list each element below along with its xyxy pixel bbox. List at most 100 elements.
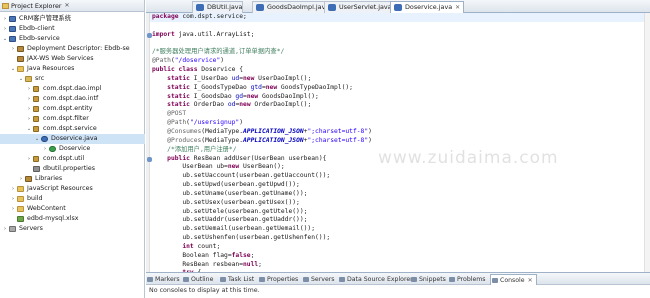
code-line: ResBean resbean=null; [150, 261, 650, 270]
tree-item[interactable]: › com.dspt.util [0, 154, 145, 164]
expand-arrow-icon[interactable]: › [2, 14, 8, 24]
tree-item[interactable]: › JavaScript Resources [0, 184, 145, 194]
code-token: I_GoodsTypeDao [189, 83, 251, 91]
panel-tab[interactable]: Snippets [410, 274, 446, 285]
panel-tab[interactable]: Outline [182, 274, 213, 285]
collapse-arrow-icon[interactable]: ⌄ [10, 64, 16, 74]
code-line: /*添加用户,用户注册*/ [150, 146, 650, 155]
code-editor[interactable]: package com.dspt.service; import java.uti… [147, 13, 650, 276]
code-line: ub.setUpwd(userbean.getUpwd()); [150, 181, 650, 190]
project-icon [9, 16, 16, 22]
tree-item[interactable]: › Servers [0, 224, 145, 234]
editor-tab[interactable]: UserServlet.java [324, 1, 393, 13]
code-line-text: static OrderDao od=new OrderDaoImpl(); [152, 101, 311, 110]
code-line-text: /*添加用户,用户注册*/ [152, 146, 236, 155]
code-token: new [239, 101, 251, 109]
expand-arrow-icon[interactable]: › [26, 84, 32, 94]
tree-item-label: dbutil.properties [43, 165, 96, 172]
collapse-arrow-icon[interactable]: ⌄ [2, 34, 8, 44]
code-line: public ResBean addUser(UserBean userbean… [147, 155, 650, 164]
tree-item[interactable]: JAX-WS Web Services [0, 54, 145, 64]
tree-item[interactable]: › com.dspt.entity [0, 104, 145, 114]
editor-tab[interactable]: DBUtil.java [192, 1, 244, 13]
expand-arrow-icon[interactable]: › [42, 144, 48, 154]
editor-tab[interactable]: GoodsDaoImpl.java [252, 1, 331, 13]
tree-item[interactable]: ⌄ src [0, 74, 145, 84]
code-line-text: static I_UserDao ud=new UserDaoImpl(); [152, 75, 311, 84]
tree-item-label: com.dspt.dao.intf [43, 95, 99, 102]
panel-tab[interactable]: Markers [146, 274, 180, 285]
expand-arrow-icon[interactable]: › [10, 204, 16, 214]
code-line-text: package com.dspt.service; [152, 13, 247, 22]
code-token: GoodsTypeDaoImpl(); [277, 83, 353, 91]
collapse-arrow-icon[interactable]: ⌄ [26, 124, 32, 134]
tree-item[interactable]: ⌄ Doservice.java [0, 134, 145, 144]
code-line-text: Boolean flag=false; [152, 252, 254, 261]
close-icon[interactable]: ✕ [528, 277, 533, 284]
editor-tab-label: UserServlet.java [339, 3, 392, 11]
collapse-arrow-icon[interactable]: ⌄ [18, 74, 24, 84]
tree-item[interactable]: › com.dspt.dao.impl [0, 84, 145, 94]
panel-tab[interactable]: Problems [448, 274, 486, 285]
code-token: ) [368, 127, 372, 135]
close-icon[interactable]: ✕ [65, 2, 70, 9]
expand-arrow-icon[interactable]: › [26, 104, 32, 114]
tree-item[interactable]: › Libraries [0, 174, 145, 184]
panel-tab-label: Snippets [419, 276, 446, 283]
panel-tab[interactable]: Properties [258, 274, 298, 285]
code-line: @POST [150, 110, 650, 119]
markers-icon [147, 277, 153, 282]
close-icon[interactable]: ✕ [455, 4, 460, 11]
folder-icon [17, 196, 24, 202]
tree-item-label: com.dspt.filter [43, 115, 89, 122]
code-token: ResBean resbean= [152, 260, 243, 268]
code-token: gtd [250, 83, 262, 91]
tree-item[interactable]: ⌄ com.dspt.service [0, 124, 145, 134]
expand-arrow-icon[interactable]: › [10, 184, 16, 194]
tree-item[interactable]: › com.dspt.dao.intf [0, 94, 145, 104]
code-token: ; [250, 251, 255, 259]
panel-tab[interactable]: Servers [302, 274, 335, 285]
code-token: static [167, 83, 190, 91]
project-icon [9, 26, 16, 32]
editor-scrollbar[interactable] [644, 13, 650, 272]
jar-icon [17, 56, 24, 62]
code-token: @POST [167, 110, 187, 118]
panel-tab-label: Console [500, 277, 525, 284]
code-token: ";charset=utf-8" [307, 127, 369, 135]
tree-item[interactable]: edbd-mysql.xlsx [0, 214, 145, 224]
expand-arrow-icon[interactable]: › [26, 114, 32, 124]
collapse-arrow-icon[interactable]: ⌄ [34, 134, 40, 144]
panel-tab[interactable]: Console ✕ [490, 274, 537, 285]
tree-item[interactable]: › CRM客户管理系统 [0, 14, 145, 24]
code-token: ub.setUname(userbean.getUname()); [152, 189, 308, 197]
panel-tab[interactable]: Task List [219, 274, 254, 285]
tree-item[interactable]: dbutil.properties [0, 164, 145, 174]
code-token: GoodsDaoImpl(); [258, 92, 319, 100]
tree-item[interactable]: › com.dspt.filter [0, 114, 145, 124]
expand-arrow-icon[interactable]: › [18, 174, 24, 184]
tree-item[interactable]: › build [0, 194, 145, 204]
code-line-text: @POST [152, 110, 186, 119]
expand-arrow-icon[interactable]: › [26, 94, 32, 104]
expand-arrow-icon[interactable]: › [2, 224, 8, 234]
tree-item[interactable]: ⌄ Java Resources [0, 64, 145, 74]
code-line: Boolean flag=false; [150, 252, 650, 261]
tree-item[interactable]: › WebContent [0, 204, 145, 214]
panel-tab-label: Properties [267, 276, 299, 283]
tree-item-label: com.dspt.service [43, 125, 97, 132]
expand-arrow-icon[interactable]: › [10, 44, 16, 54]
tree-item[interactable]: › Deployment Descriptor: Ebdb-se [0, 44, 145, 54]
package-icon [33, 156, 39, 162]
expand-arrow-icon[interactable]: › [26, 154, 32, 164]
tree-item[interactable]: ⌄ Ebdb-service [0, 34, 145, 44]
tree-item[interactable]: › Ebdb-client [0, 24, 145, 34]
project-explorer-tab[interactable]: Project Explorer ✕ [0, 0, 144, 12]
editor-tab[interactable]: Doservice.java ✕ [390, 1, 465, 13]
expand-arrow-icon[interactable]: › [10, 194, 16, 204]
project-icon [9, 36, 16, 42]
tree-item[interactable]: › Doservice [0, 144, 145, 154]
code-line: @Path("/doservice") [150, 57, 650, 66]
expand-arrow-icon[interactable]: › [2, 24, 8, 34]
panel-tab[interactable]: Data Source Explorer [338, 274, 413, 285]
